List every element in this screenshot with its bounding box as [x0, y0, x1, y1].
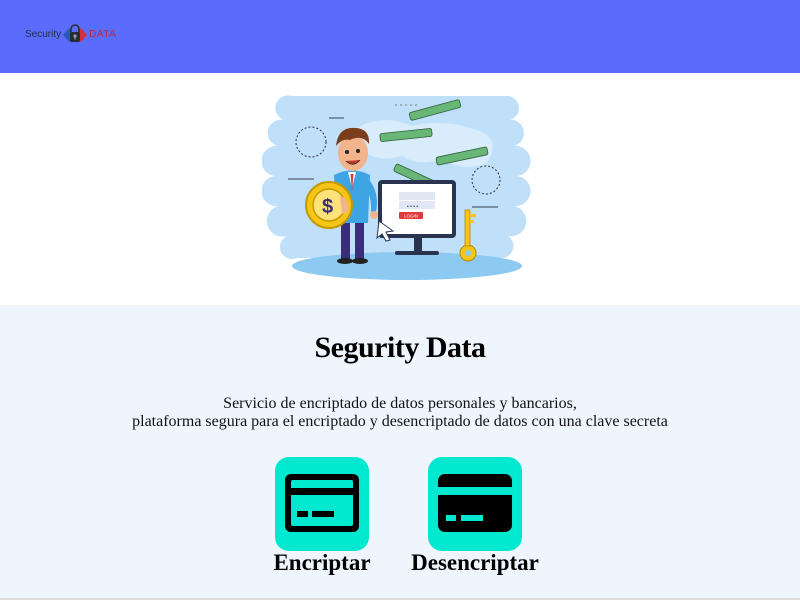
credit-card-solid-icon [438, 474, 512, 532]
description-line-2: plataforma segura para el encriptado y d… [132, 413, 668, 430]
decrypt-tile[interactable] [428, 457, 522, 551]
logo-text-data: DATA [89, 28, 117, 40]
description-line-1: Servicio de encriptado de datos personal… [223, 395, 577, 412]
decrypt-button[interactable]: Desencriptar [400, 457, 550, 576]
decrypt-label[interactable]: Desencriptar [400, 550, 550, 576]
service-description: Servicio de encriptado de datos personal… [0, 395, 800, 431]
navbar: Security DATA [0, 0, 800, 73]
encrypt-label[interactable]: Encriptar [247, 550, 397, 576]
svg-text:$: $ [322, 196, 333, 218]
svg-text:• • • •: • • • • [407, 204, 418, 210]
login-button-text: LOGIN [404, 214, 418, 219]
encrypt-tile[interactable] [275, 457, 369, 551]
hero-section: • • • • LOGIN $ [0, 73, 800, 305]
credit-card-outline-icon [285, 474, 359, 532]
logo-text-security: Security [25, 28, 62, 40]
security-payment-illustration: • • • • LOGIN $ [262, 95, 531, 280]
brand-logo[interactable]: Security DATA [25, 24, 116, 44]
page-title: Segurity Data [314, 331, 486, 364]
lock-icon [63, 24, 88, 42]
encrypt-button[interactable]: Encriptar [247, 457, 397, 576]
